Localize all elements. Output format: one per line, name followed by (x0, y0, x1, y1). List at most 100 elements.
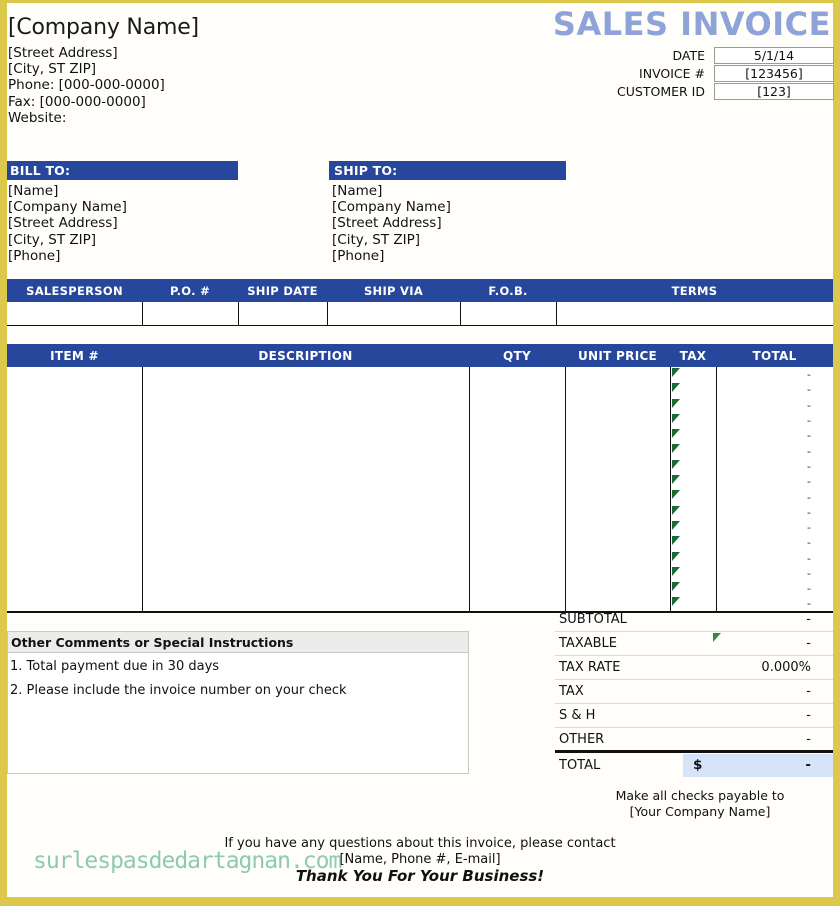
qty-cell[interactable] (468, 474, 566, 490)
description-cell[interactable] (141, 443, 470, 459)
description-cell[interactable] (141, 458, 470, 475)
total-cell[interactable]: - (715, 474, 833, 490)
invoice-number-field[interactable]: [123456] (714, 65, 834, 82)
total-cell[interactable]: - (715, 519, 833, 536)
tax-cell[interactable] (669, 550, 717, 566)
item-number-cell[interactable] (7, 535, 143, 551)
tax-rate-value[interactable]: 0.000% (683, 660, 833, 675)
date-field[interactable]: 5/1/14 (714, 47, 834, 64)
shipping-handling-value[interactable]: - (683, 708, 833, 723)
po-number-field[interactable] (141, 302, 239, 326)
total-cell[interactable]: - (715, 458, 833, 475)
item-number-cell[interactable] (7, 443, 143, 459)
ship-to-phone[interactable]: [Phone] (332, 248, 566, 264)
tax-cell[interactable] (669, 474, 717, 490)
ship-date-field[interactable] (237, 302, 328, 326)
total-cell[interactable]: - (715, 581, 833, 597)
description-cell[interactable] (141, 519, 470, 536)
item-number-cell[interactable] (7, 428, 143, 444)
bill-to-company[interactable]: [Company Name] (8, 199, 238, 215)
unit-price-cell[interactable] (564, 535, 671, 551)
qty-cell[interactable] (468, 397, 566, 413)
qty-cell[interactable] (468, 428, 566, 444)
other-value[interactable]: - (683, 732, 833, 747)
total-cell[interactable]: - (715, 535, 833, 551)
qty-cell[interactable] (468, 412, 566, 429)
ship-via-field[interactable] (326, 302, 461, 326)
qty-cell[interactable] (468, 458, 566, 475)
terms-field[interactable] (555, 302, 833, 326)
bill-to-name[interactable]: [Name] (8, 183, 238, 199)
total-cell[interactable]: - (715, 367, 833, 383)
description-cell[interactable] (141, 489, 470, 505)
unit-price-cell[interactable] (564, 581, 671, 597)
description-cell[interactable] (141, 535, 470, 551)
total-cell[interactable]: - (715, 504, 833, 520)
qty-cell[interactable] (468, 596, 566, 613)
qty-cell[interactable] (468, 489, 566, 505)
item-number-cell[interactable] (7, 382, 143, 398)
salesperson-field[interactable] (7, 302, 143, 326)
total-cell[interactable]: - (715, 550, 833, 566)
description-cell[interactable] (141, 550, 470, 566)
comments-body[interactable]: 1. Total payment due in 30 days 2. Pleas… (8, 653, 468, 699)
ship-to-company[interactable]: [Company Name] (332, 199, 566, 215)
total-cell[interactable]: - (715, 489, 833, 505)
tax-cell[interactable] (669, 504, 717, 520)
description-cell[interactable] (141, 412, 470, 429)
description-cell[interactable] (141, 397, 470, 413)
qty-cell[interactable] (468, 443, 566, 459)
tax-cell[interactable] (669, 489, 717, 505)
unit-price-cell[interactable] (564, 397, 671, 413)
total-cell[interactable]: - (715, 412, 833, 429)
qty-cell[interactable] (468, 565, 566, 582)
qty-cell[interactable] (468, 382, 566, 398)
qty-cell[interactable] (468, 504, 566, 520)
bill-to-phone[interactable]: [Phone] (8, 248, 238, 264)
description-cell[interactable] (141, 581, 470, 597)
tax-cell[interactable] (669, 412, 717, 429)
bill-to-street[interactable]: [Street Address] (8, 215, 238, 231)
unit-price-cell[interactable] (564, 367, 671, 383)
total-cell[interactable]: - (715, 382, 833, 398)
description-cell[interactable] (141, 504, 470, 520)
tax-cell[interactable] (669, 397, 717, 413)
fob-field[interactable] (459, 302, 557, 326)
description-cell[interactable] (141, 382, 470, 398)
item-number-cell[interactable] (7, 581, 143, 597)
customer-id-field[interactable]: [123] (714, 83, 834, 100)
unit-price-cell[interactable] (564, 504, 671, 520)
qty-cell[interactable] (468, 535, 566, 551)
qty-cell[interactable] (468, 519, 566, 536)
item-number-cell[interactable] (7, 367, 143, 383)
qty-cell[interactable] (468, 550, 566, 566)
item-number-cell[interactable] (7, 397, 143, 413)
item-number-cell[interactable] (7, 474, 143, 490)
tax-cell[interactable] (669, 565, 717, 582)
item-number-cell[interactable] (7, 489, 143, 505)
total-cell[interactable]: - (715, 443, 833, 459)
tax-cell[interactable] (669, 382, 717, 398)
unit-price-cell[interactable] (564, 412, 671, 429)
unit-price-cell[interactable] (564, 443, 671, 459)
tax-cell[interactable] (669, 443, 717, 459)
tax-cell[interactable] (669, 367, 717, 383)
ship-to-name[interactable]: [Name] (332, 183, 566, 199)
item-number-cell[interactable] (7, 412, 143, 429)
description-cell[interactable] (141, 428, 470, 444)
item-number-cell[interactable] (7, 519, 143, 536)
unit-price-cell[interactable] (564, 458, 671, 475)
total-cell[interactable]: - (715, 565, 833, 582)
item-number-cell[interactable] (7, 596, 143, 613)
tax-cell[interactable] (669, 428, 717, 444)
total-cell[interactable]: - (715, 397, 833, 413)
description-cell[interactable] (141, 565, 470, 582)
unit-price-cell[interactable] (564, 474, 671, 490)
unit-price-cell[interactable] (564, 550, 671, 566)
ship-to-street[interactable]: [Street Address] (332, 215, 566, 231)
description-cell[interactable] (141, 367, 470, 383)
item-number-cell[interactable] (7, 550, 143, 566)
qty-cell[interactable] (468, 581, 566, 597)
unit-price-cell[interactable] (564, 565, 671, 582)
tax-cell[interactable] (669, 458, 717, 475)
